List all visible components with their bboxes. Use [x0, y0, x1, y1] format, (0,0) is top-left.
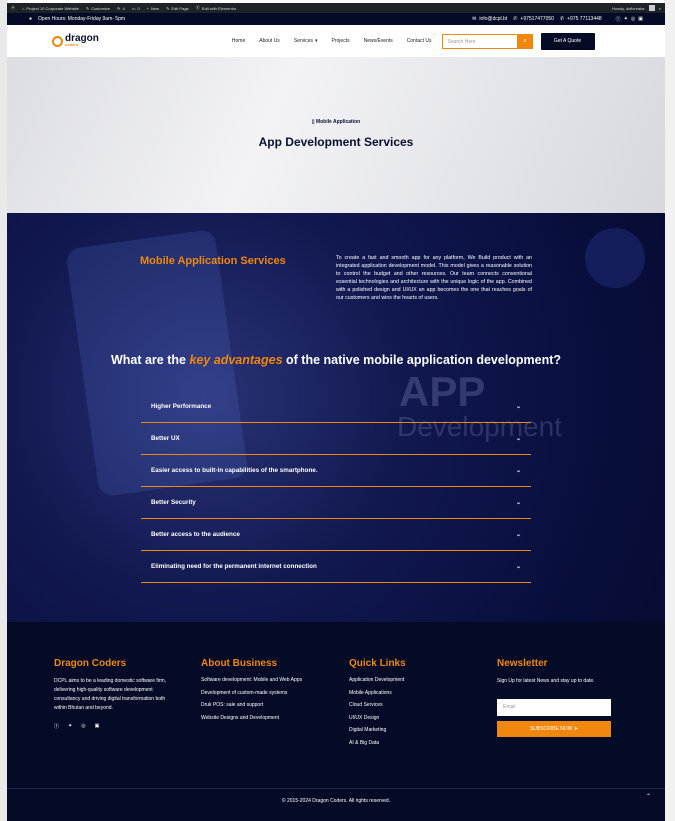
twitter-icon[interactable]: ✦ — [624, 16, 628, 22]
services-heading: Mobile Application Services — [140, 255, 286, 267]
footer-quick-link[interactable]: AI & Big Data — [349, 740, 469, 746]
phone-icon: ✆ — [559, 16, 565, 22]
comments-link[interactable]: ▭ 0 — [132, 6, 140, 11]
site-name-link[interactable]: ⌂ Project 10 Corporate Website — [22, 6, 79, 11]
howdy-link[interactable]: Howdy, dcficreator — [612, 6, 645, 11]
wp-logo-icon[interactable]: ⓦ — [11, 5, 15, 11]
footer-col-newsletter: Newsletter Sign Up for latest News and s… — [497, 658, 622, 737]
footer-col-about: Dragon Coders DCPL aims to be a leading … — [54, 658, 174, 730]
search-icon: ⌕ — [523, 37, 527, 44]
accordion-item-offline[interactable]: Eliminating need for the permanent inter… — [141, 551, 531, 583]
chevron-down-icon: ▾ — [315, 38, 318, 44]
phone-link-1[interactable]: ✆ +97517477050 — [513, 16, 554, 22]
footer-col-business: About Business Software development: Mob… — [201, 658, 321, 727]
footer-quick-link[interactable]: Mobile Applications — [349, 690, 469, 696]
accordion-item-ux[interactable]: Better UX ⌄ — [141, 423, 531, 455]
footer-business-link[interactable]: Software development: Mobile and Web App… — [201, 677, 321, 683]
advantages-heading: What are the key advantages of the nativ… — [110, 353, 562, 367]
wp-admin-bar: ⓦ ⌂ Project 10 Corporate Website ✎ Custo… — [7, 3, 665, 13]
services-description: To create a fast and smooth app for any … — [336, 255, 532, 301]
accordion-item-security[interactable]: Better Security ⌄ — [141, 487, 531, 519]
phone-link-2[interactable]: ✆ +975 77113448 — [560, 16, 602, 22]
footer-social: ⓕ ✦ ◎ ▣ — [54, 723, 174, 730]
chevron-down-icon: ⌄ — [515, 500, 521, 506]
footer-business-link[interactable]: Website Designs and Development — [201, 715, 321, 721]
logo[interactable]: dragon coders — [52, 34, 99, 47]
edit-elementor-link[interactable]: Ⓔ Edit with Elementor — [196, 5, 236, 11]
footer-col-quicklinks: Quick Links Application Development Mobi… — [349, 658, 469, 752]
updates-link[interactable]: ⟳ 4 — [117, 6, 125, 11]
twitter-icon[interactable]: ✦ — [68, 723, 72, 730]
footer-quick-link[interactable]: Cloud Services — [349, 702, 469, 708]
open-hours: Open Hours: Monday-Friday 9am- 5pm — [38, 16, 126, 22]
accordion-item-audience[interactable]: Better access to the audience ⌄ — [141, 519, 531, 551]
footer-quick-link[interactable]: UI/UX Design — [349, 715, 469, 721]
linkedin-icon[interactable]: ▣ — [95, 723, 100, 730]
search-input[interactable]: Search Here — [441, 33, 518, 49]
chevron-down-icon: ⌄ — [515, 564, 521, 570]
accordion-item-capabilities[interactable]: Easier access to built-in capabilities o… — [141, 455, 531, 487]
copyright: © 2015-2024 Dragon Coders. All rights re… — [7, 788, 665, 804]
avatar[interactable] — [648, 5, 655, 11]
site-footer: Dragon Coders DCPL aims to be a leading … — [7, 622, 665, 821]
chevron-down-icon: ⌄ — [515, 532, 521, 538]
main-nav: Home About Us Services ▾ Projects News/Ev… — [232, 38, 432, 44]
mobile-icon: ▯ — [311, 119, 315, 125]
phone-icon: ✆ — [513, 16, 518, 22]
footer-quick-link[interactable]: Digital Marketing — [349, 727, 469, 733]
email-input[interactable]: Email — [497, 699, 611, 716]
footer-quick-link[interactable]: Application Development — [349, 677, 469, 683]
footer-business-link[interactable]: Druk POS: sale and support — [201, 702, 321, 708]
envelope-icon: ✉ — [472, 16, 477, 22]
new-content-link[interactable]: + New — [147, 6, 159, 11]
page-title: App Development Services — [258, 135, 414, 149]
footer-newsletter-title: Newsletter — [497, 658, 548, 669]
advantages-accordion: Higher Performance ⌄ Better UX ⌄ Easier ac… — [141, 391, 531, 583]
page: ⓦ ⌂ Project 10 Corporate Website ✎ Custo… — [7, 0, 665, 821]
page-hero: ▯ Mobile Application App Development Ser… — [7, 57, 665, 213]
chevron-down-icon: ⌄ — [515, 404, 521, 410]
search-button[interactable]: ⌕ — [517, 33, 533, 49]
nav-contact[interactable]: Contact Us — [407, 38, 432, 44]
nav-services[interactable]: Services ▾ — [294, 38, 318, 44]
linkedin-icon[interactable]: ▣ — [638, 16, 643, 22]
accordion-item-performance[interactable]: Higher Performance ⌄ — [141, 391, 531, 423]
nav-projects[interactable]: Projects — [332, 38, 350, 44]
footer-brand-title: Dragon Coders — [54, 658, 127, 669]
chevron-down-icon: ⌄ — [515, 436, 521, 442]
back-to-top-icon[interactable]: ⌃ — [646, 793, 651, 800]
instagram-icon[interactable]: ◎ — [631, 16, 635, 22]
email-link[interactable]: ✉ info@dcpl.bt — [472, 16, 507, 22]
clock-icon: ● — [29, 16, 33, 22]
customize-link[interactable]: ✎ Customize — [86, 6, 110, 11]
site-header: dragon coders Home About Us Services ▾ Pro… — [7, 25, 665, 57]
decorative-circle — [585, 228, 645, 288]
instagram-icon[interactable]: ◎ — [81, 723, 85, 730]
footer-business-title: About Business — [201, 658, 278, 669]
logo-mark-icon — [52, 35, 63, 47]
facebook-icon[interactable]: ⓕ — [616, 16, 621, 23]
subscribe-button[interactable]: SUBSCRIBE NOW ➤ — [497, 721, 611, 737]
chevron-down-icon: ⌄ — [515, 468, 521, 474]
services-section: APP Development Mobile Application Servi… — [7, 213, 665, 622]
search-icon[interactable]: ⌕ — [659, 6, 661, 11]
search-form: Search Here ⌕ — [441, 33, 533, 49]
footer-brand-text: DCPL aims to be a leading domestic softw… — [54, 678, 167, 711]
facebook-icon[interactable]: ⓕ — [54, 723, 59, 730]
edit-page-link[interactable]: ✎ Edit Page — [166, 6, 189, 11]
top-info-bar: ● Open Hours: Monday-Friday 9am- 5pm ✉ in… — [7, 13, 665, 25]
newsletter-text: Sign Up for latest News and stay up to d… — [497, 678, 595, 684]
nav-home[interactable]: Home — [232, 38, 245, 44]
get-quote-button[interactable]: Get A Quote — [540, 32, 595, 50]
footer-business-link[interactable]: Development of custom-made systems — [201, 690, 321, 696]
nav-news[interactable]: News/Events — [364, 38, 393, 44]
footer-quicklinks-title: Quick Links — [349, 658, 406, 669]
scrollbar[interactable] — [665, 0, 675, 821]
breadcrumb: ▯ Mobile Application — [311, 119, 361, 125]
send-icon: ➤ — [573, 726, 579, 732]
nav-about[interactable]: About Us — [259, 38, 280, 44]
